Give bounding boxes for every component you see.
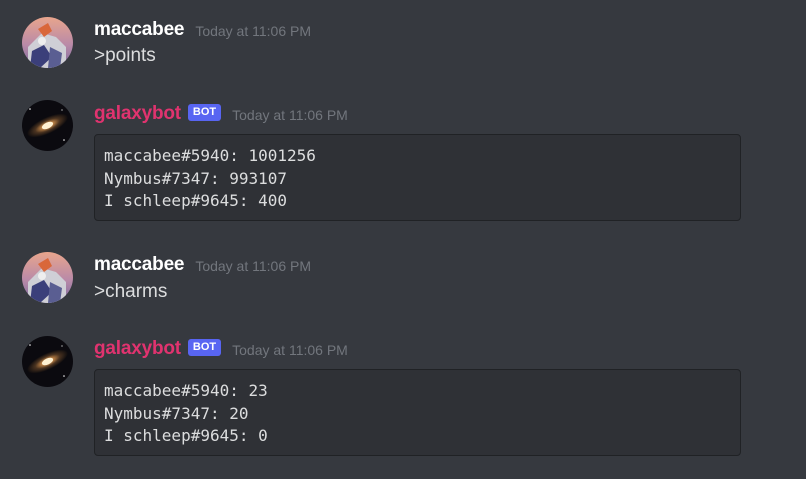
message-4: galaxybot BOT Today at 11:06 PM maccabee… (0, 326, 806, 476)
message-header: maccabee Today at 11:06 PM (94, 252, 311, 278)
galaxy-avatar[interactable] (22, 100, 73, 151)
code-line: I schleep#9645: 400 (104, 191, 288, 210)
bot-tag-badge: BOT (187, 103, 222, 121)
message-header: galaxybot BOT Today at 11:06 PM (94, 101, 348, 127)
code-line: Nymbus#7347: 993107 (104, 168, 288, 188)
username[interactable]: maccabee (94, 254, 185, 276)
timestamp: Today at 11:06 PM (232, 107, 348, 123)
username[interactable]: maccabee (94, 19, 185, 41)
message-1: maccabee Today at 11:06 PM >points (0, 0, 806, 80)
galaxy-avatar-image (22, 336, 73, 387)
code-block: maccabee#5940: 1001256 Nymbus#7347: 9931… (94, 134, 741, 221)
timestamp: Today at 11:06 PM (232, 342, 348, 358)
timestamp: Today at 11:06 PM (195, 258, 312, 274)
galaxy-avatar[interactable] (22, 336, 73, 387)
message-2: galaxybot BOT Today at 11:06 PM maccabee… (0, 90, 806, 230)
timestamp: Today at 11:06 PM (195, 23, 312, 39)
username[interactable]: galaxybot (94, 103, 181, 125)
code-line: maccabee#5940: 1001256 (104, 146, 316, 165)
code-line: I schleep#9645: 0 (104, 426, 268, 445)
bot-tag-badge: BOT (187, 338, 222, 356)
message-text: >charms (94, 281, 168, 302)
maccabee-avatar-image (22, 252, 73, 303)
galaxy-avatar-image (22, 100, 73, 151)
maccabee-avatar[interactable] (22, 17, 73, 68)
message-3: maccabee Today at 11:06 PM >charms (0, 236, 806, 316)
code-block: maccabee#5940: 23 Nymbus#7347: 20 I schl… (94, 369, 741, 456)
maccabee-avatar[interactable] (22, 252, 73, 303)
message-header: galaxybot BOT Today at 11:06 PM (94, 336, 348, 362)
maccabee-avatar-image (22, 17, 73, 68)
username[interactable]: galaxybot (94, 338, 181, 360)
code-line: Nymbus#7347: 20 (104, 403, 249, 423)
message-header: maccabee Today at 11:06 PM (94, 17, 311, 43)
message-text: >points (94, 45, 156, 66)
code-line: maccabee#5940: 23 (104, 381, 268, 400)
